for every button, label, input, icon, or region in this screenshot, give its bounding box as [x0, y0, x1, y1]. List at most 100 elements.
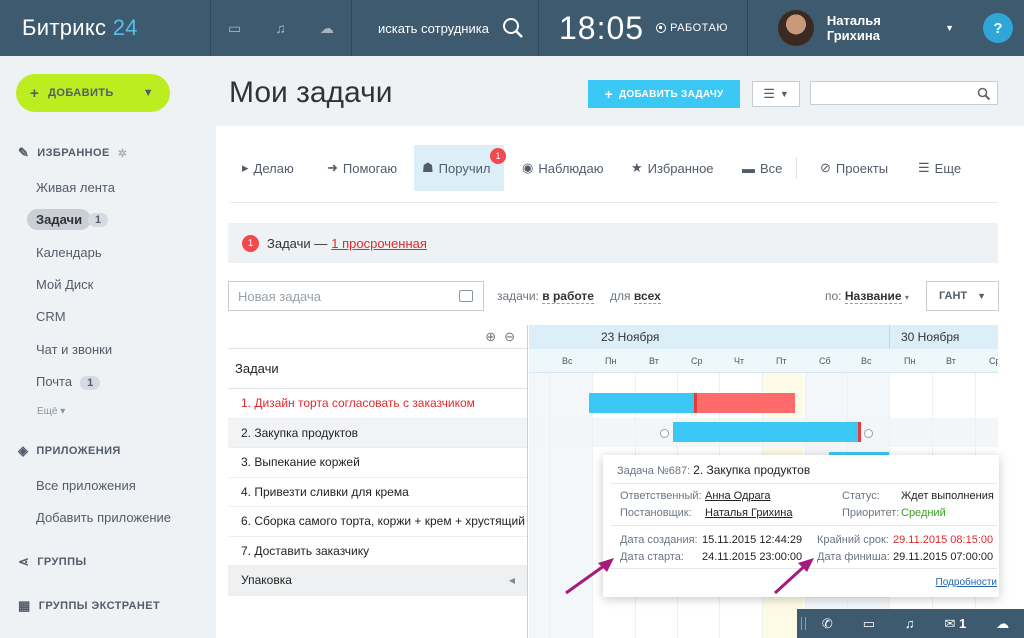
list-icon: ☰ — [918, 160, 930, 175]
employee-search[interactable]: искать сотрудника — [352, 17, 538, 39]
apps-title[interactable]: ◈ ПРИЛОЖЕНИЯ — [18, 443, 121, 459]
more-link[interactable]: Ещё ▾ — [37, 406, 65, 417]
tab-all[interactable]: ▬ Все — [734, 145, 790, 191]
tab-doing[interactable]: ▸ Делаю — [234, 145, 302, 191]
assigned-badge: 1 — [490, 148, 506, 164]
task-row[interactable]: 6. Сборка самого торта, коржи + крем + х… — [228, 507, 527, 537]
deadline-marker — [858, 422, 861, 442]
arrow-right-icon: ➜ — [327, 160, 338, 175]
responsible-link[interactable]: Анна Одрага — [705, 490, 771, 502]
zoom-in-icon[interactable]: ⊕ — [485, 329, 496, 345]
overdue-link[interactable]: 1 просроченная — [331, 236, 427, 251]
extranet-groups-title[interactable]: ▦ ГРУППЫ ЭКСТРАНЕТ — [18, 598, 160, 614]
form-icon[interactable] — [459, 290, 473, 302]
sidebar-item-disk[interactable]: Мой Диск — [36, 277, 93, 292]
task-status: Ждет выполнения — [901, 490, 994, 502]
bell-icon[interactable]: ♫ — [905, 616, 915, 631]
group-row[interactable]: Упаковка ◀ — [228, 566, 527, 596]
gantt-days: Вс Пн Вт Ср Чт Пт Сб Вс Пн Вт Ср — [529, 349, 998, 373]
link-handle[interactable] — [660, 429, 669, 438]
filter-status[interactable]: задачи: в работе — [497, 289, 594, 304]
task-bar[interactable] — [589, 393, 696, 413]
link-handle[interactable] — [864, 429, 873, 438]
day-label: Вт — [946, 356, 956, 366]
day-label: Ср — [691, 356, 703, 366]
tab-helping[interactable]: ➜ Помогаю — [319, 145, 405, 191]
share-icon: ⋖ — [18, 554, 30, 569]
filter-scope[interactable]: для всех — [610, 289, 661, 304]
task-row[interactable]: 2. Закупка продуктов — [228, 418, 527, 448]
grid-icon: ▦ — [18, 598, 31, 613]
tab-more[interactable]: ☰ Еще — [910, 145, 969, 191]
task-row[interactable]: 1. Дизайн торта согласовать с заказчиком — [228, 389, 527, 419]
user-menu[interactable]: Наталья Грихина ▼ — [748, 10, 954, 46]
compass-icon: ⊘ — [820, 160, 831, 175]
task-bar-overdue[interactable] — [697, 393, 795, 413]
tab-projects[interactable]: ⊘ Проекты — [812, 145, 896, 191]
day-label: Пн — [605, 356, 617, 366]
tasks-column-header: Задачи — [228, 349, 527, 389]
task-row[interactable]: 4. Привезти сливки для крема — [228, 478, 527, 507]
sidebar-item-chat[interactable]: Чат и звонки — [36, 342, 112, 357]
sidebar-item-mail[interactable]: Почта 1 — [36, 374, 101, 390]
search-input[interactable]: искать сотрудника — [378, 21, 489, 36]
chat-icon[interactable]: ▭ — [228, 20, 241, 37]
logo[interactable]: Битрикс 24 — [0, 15, 210, 41]
favorites-title[interactable]: ✎ ИЗБРАННОЕ ✲ — [18, 145, 127, 161]
view-menu-button[interactable]: ☰ ▼ — [752, 81, 800, 107]
bell-icon[interactable]: ♫ — [275, 20, 286, 36]
new-task-input[interactable]: Новая задача — [228, 281, 484, 311]
gear-icon[interactable]: ✲ — [118, 147, 128, 160]
annotation-arrow — [565, 558, 614, 595]
mail-counter: 1 — [80, 376, 101, 390]
chevron-down-icon: ▼ — [142, 87, 154, 99]
phone-icon[interactable]: ✆ — [822, 616, 833, 632]
details-link[interactable]: Подробности — [936, 577, 997, 588]
task-bar[interactable] — [673, 422, 861, 442]
sidebar-item-add-app[interactable]: Добавить приложение — [36, 510, 171, 525]
filter-search-input[interactable] — [810, 81, 998, 105]
collapse-icon[interactable]: ◀ — [509, 576, 515, 585]
star-icon: ★ — [631, 160, 643, 175]
groups-title[interactable]: ⋖ ГРУППЫ — [18, 554, 87, 570]
tab-watching[interactable]: ◉ Наблюдаю — [514, 145, 611, 191]
clock-time: 18:05 — [559, 9, 645, 46]
day-label: Сб — [819, 356, 831, 366]
day-label: Вт — [649, 356, 659, 366]
sidebar-item-crm[interactable]: CRM — [36, 309, 66, 324]
day-label: Пт — [776, 356, 787, 366]
user-icon: ☗ — [422, 160, 434, 175]
add-task-button[interactable]: + ДОБАВИТЬ ЗАДАЧУ — [588, 80, 740, 108]
search-icon[interactable] — [502, 17, 524, 39]
search-icon[interactable] — [977, 87, 991, 101]
work-clock[interactable]: 18:05 РАБОТАЮ — [539, 10, 747, 47]
mail-icon[interactable]: ✉ 1 — [944, 616, 966, 632]
drag-handle[interactable] — [801, 617, 806, 630]
task-row[interactable]: 3. Выпекание коржей — [228, 448, 527, 478]
view-mode-button[interactable]: ГАНТ ▼ — [926, 281, 999, 311]
tab-assigned[interactable]: ☗ Поручил 1 — [414, 145, 506, 191]
cloud-icon[interactable]: ☁ — [320, 20, 334, 37]
sort-selector[interactable]: по: Название ▾ — [825, 289, 909, 304]
task-row[interactable]: 7. Доставить заказчику — [228, 537, 527, 566]
add-button[interactable]: + ДОБАВИТЬ ▼ — [16, 74, 170, 112]
cloud-icon[interactable]: ☁ — [996, 616, 1009, 632]
zoom-out-icon[interactable]: ⊖ — [504, 329, 515, 345]
sidebar-item-tasks[interactable]: Задачи — [27, 209, 92, 230]
caret-down-icon: ▼ — [945, 23, 954, 33]
sidebar-item-calendar[interactable]: Календарь — [36, 245, 102, 260]
sidebar-item-feed[interactable]: Живая лента — [36, 180, 115, 195]
tab-favorites[interactable]: ★ Избранное — [623, 145, 722, 191]
sidebar: + ДОБАВИТЬ ▼ ✎ ИЗБРАННОЕ ✲ Живая лента Зад… — [0, 56, 200, 638]
deadline-marker — [694, 393, 697, 413]
work-status: РАБОТАЮ — [670, 22, 728, 34]
gantt-task-list: ⊕ ⊖ Задачи 1. Дизайн торта согласовать с… — [228, 325, 528, 638]
sidebar-item-all-apps[interactable]: Все приложения — [36, 478, 136, 493]
help-button[interactable]: ? — [983, 13, 1013, 43]
creator-link[interactable]: Наталья Грихина — [705, 507, 792, 519]
finish-date: 29.11.2015 07:00:00 — [893, 551, 994, 563]
list-icon: ☰ — [763, 86, 775, 101]
task-title: 2. Закупка продуктов — [693, 463, 811, 477]
chevron-down-icon: ▼ — [779, 89, 789, 99]
chat-icon[interactable]: ▭ — [863, 616, 875, 632]
